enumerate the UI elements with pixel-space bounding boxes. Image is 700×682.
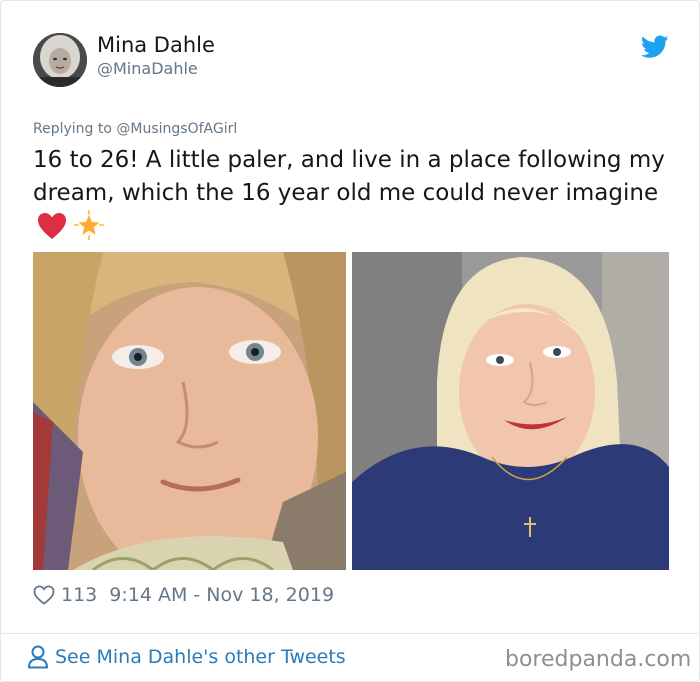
like-count[interactable]: 113 <box>61 584 97 606</box>
twitter-bird-icon[interactable] <box>641 35 669 59</box>
tweet-text: 16 to 26! A little paler, and live in a … <box>33 144 673 246</box>
reply-context: Replying to @MusingsOfAGirl <box>33 121 237 137</box>
see-other-tweets-label[interactable]: See Mina Dahle's other Tweets <box>55 646 346 668</box>
photo-age-26[interactable] <box>352 252 669 570</box>
avatar-image <box>33 33 87 87</box>
display-name[interactable]: Mina Dahle <box>97 33 215 57</box>
tweet-timestamp[interactable]: 9:14 AM - Nov 18, 2019 <box>109 584 334 606</box>
photo-image <box>33 252 346 570</box>
heart-icon[interactable] <box>33 585 55 605</box>
reply-mention-link[interactable]: @MusingsOfAGirl <box>116 121 237 137</box>
tweet-meta: 113 9:14 AM - Nov 18, 2019 <box>33 581 334 609</box>
person-icon <box>28 645 48 669</box>
site-watermark: boredpanda.com <box>505 647 692 672</box>
see-other-tweets-link[interactable]: See Mina Dahle's other Tweets <box>27 645 346 669</box>
tweet-text-body: 16 to 26! A little paler, and live in a … <box>33 147 665 206</box>
user-handle[interactable]: @MinaDahle <box>97 59 198 78</box>
reply-prefix: Replying to <box>33 121 112 137</box>
glowing-star-icon <box>74 210 105 240</box>
photo-image <box>352 252 669 570</box>
red-heart-icon <box>38 213 66 239</box>
tweet-media <box>33 252 669 570</box>
footer-divider <box>1 633 699 634</box>
tweet-card: Mina Dahle @MinaDahle Replying to @Musin… <box>0 0 700 682</box>
photo-age-16[interactable] <box>33 252 346 570</box>
avatar[interactable] <box>33 33 87 87</box>
